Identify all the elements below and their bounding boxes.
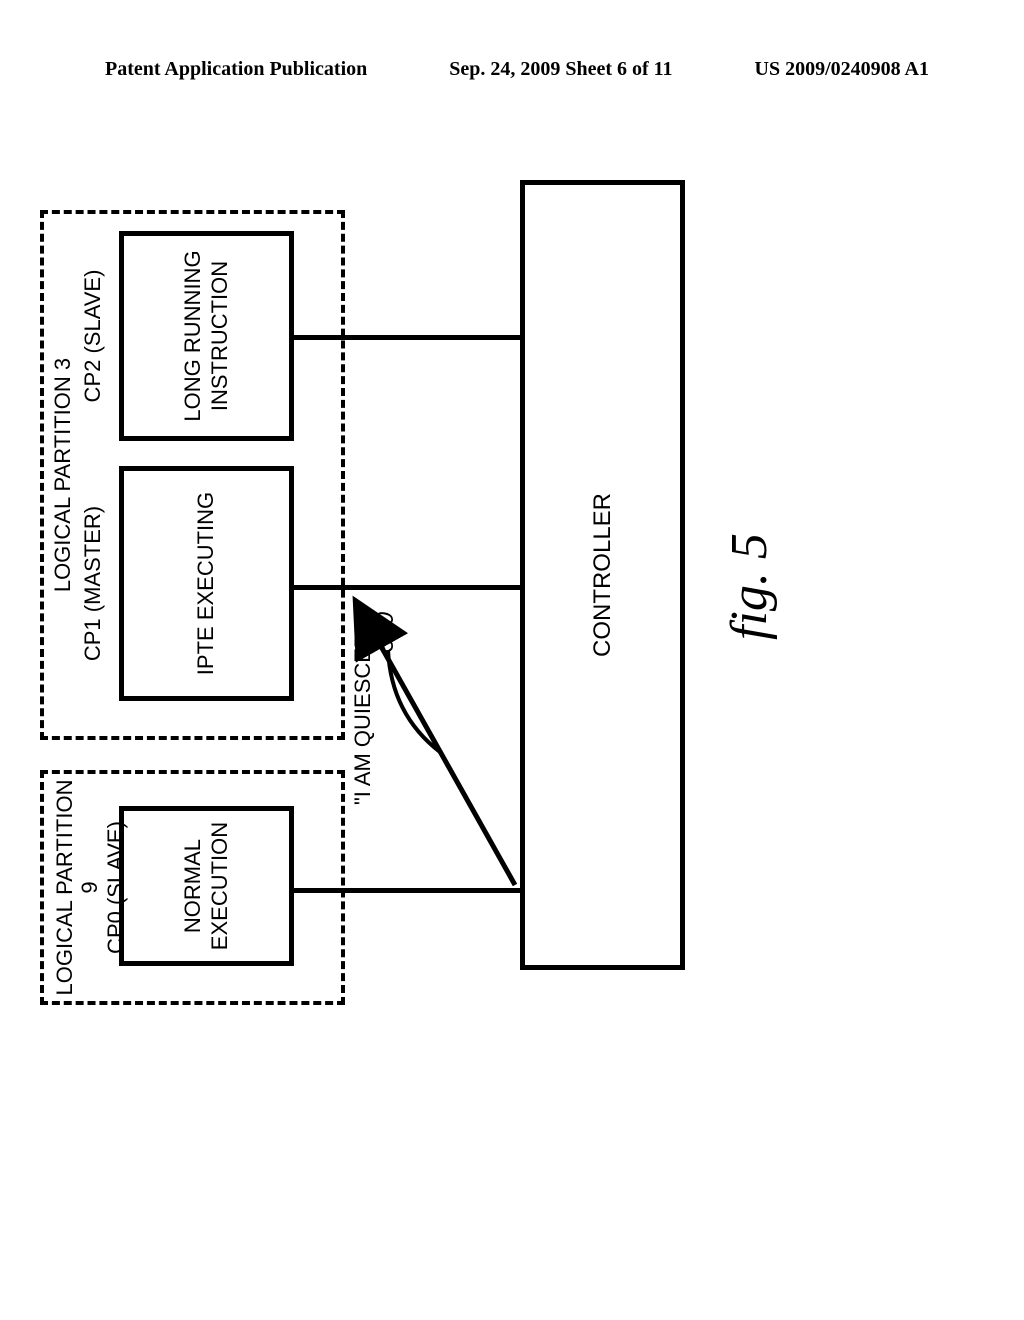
ref-500-lead <box>380 640 460 760</box>
header-left: Patent Application Publication <box>105 58 367 81</box>
cp1-label: CP1 (MASTER) <box>80 466 106 701</box>
header-right: US 2009/0240908 A1 <box>755 58 929 81</box>
partition-9-title: LOGICAL PARTITION 9 CP0 (SLAVE) <box>52 774 128 1001</box>
header-center: Sep. 24, 2009 Sheet 6 of 11 <box>449 58 672 81</box>
page-header: Patent Application Publication Sep. 24, … <box>0 58 1024 81</box>
controller-label: CONTROLLER <box>589 493 617 657</box>
patent-page: Patent Application Publication Sep. 24, … <box>0 0 1024 1320</box>
cp2-box: LONG RUNNING INSTRUCTION <box>119 231 294 441</box>
connector-cp2 <box>290 335 520 340</box>
figure-label: fig. 5 <box>720 533 779 640</box>
cp2-label: CP2 (SLAVE) <box>80 231 106 441</box>
cp1-box: IPTE EXECUTING <box>119 466 294 701</box>
logical-partition-3: LOGICAL PARTITION 3 CP1 (MASTER) IPTE EX… <box>40 210 345 740</box>
ref-500: 500 <box>372 612 400 652</box>
figure-5: LOGICAL PARTITION 9 CP0 (SLAVE) NORMAL E… <box>40 260 850 950</box>
partition-3-title: LOGICAL PARTITION 3 <box>50 214 75 736</box>
partition-9-cp0-box: NORMAL EXECUTION <box>119 806 294 966</box>
controller-box: CONTROLLER <box>520 180 685 970</box>
